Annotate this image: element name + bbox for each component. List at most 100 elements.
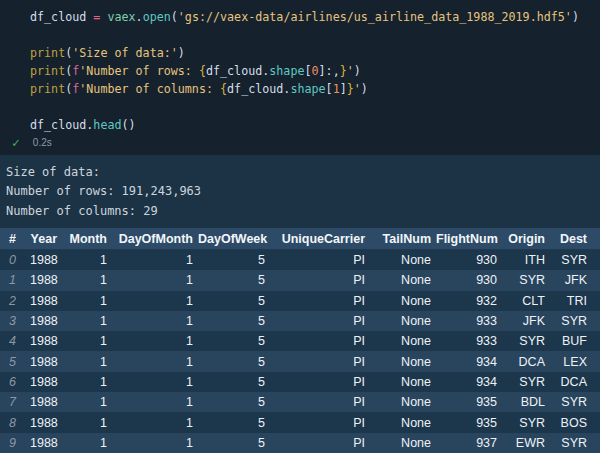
table-cell: PI bbox=[270, 334, 370, 348]
table-cell: None bbox=[370, 375, 436, 389]
table-cell: 5 bbox=[198, 436, 270, 450]
table-cell: ITH bbox=[502, 253, 550, 267]
table-cell: 933 bbox=[436, 334, 502, 348]
table-cell: 937 bbox=[436, 436, 502, 450]
code-line[interactable] bbox=[30, 26, 600, 44]
table-cell: None bbox=[370, 355, 436, 369]
table-cell: 934 bbox=[436, 355, 502, 369]
table-cell: 1988 bbox=[30, 436, 62, 450]
table-cell: 930 bbox=[436, 253, 502, 267]
table-cell: SYR bbox=[550, 395, 592, 409]
code-line[interactable]: print(f'Number of rows: {df_cloud.shape[… bbox=[30, 62, 600, 80]
table-cell: 1988 bbox=[30, 334, 62, 348]
table-cell: 1 bbox=[62, 436, 112, 450]
dataframe-table: #YearMonthDayOfMonthDayOfWeekUniqueCarri… bbox=[0, 228, 600, 453]
table-cell: None bbox=[370, 334, 436, 348]
table-cell: 5 bbox=[198, 355, 270, 369]
table-cell: 2 bbox=[0, 294, 30, 308]
table-header-row: #YearMonthDayOfMonthDayOfWeekUniqueCarri… bbox=[0, 228, 600, 250]
table-cell: None bbox=[370, 436, 436, 450]
table-cell: 1 bbox=[62, 294, 112, 308]
table-cell: 1 bbox=[112, 375, 198, 389]
table-cell: PI bbox=[270, 355, 370, 369]
table-cell: PI bbox=[270, 314, 370, 328]
table-cell: SYR bbox=[502, 416, 550, 430]
column-header: DayOfWeek bbox=[198, 232, 270, 246]
table-cell: 5 bbox=[198, 273, 270, 287]
table-cell: 1988 bbox=[30, 273, 62, 287]
table-cell: 1 bbox=[112, 416, 198, 430]
table-row: 41988115PINone933SYRBUF bbox=[0, 331, 600, 351]
table-cell: None bbox=[370, 253, 436, 267]
table-cell: 1 bbox=[62, 416, 112, 430]
table-cell: 1 bbox=[112, 334, 198, 348]
column-header: FlightNum bbox=[436, 232, 502, 246]
execution-time: 0.2s bbox=[33, 137, 52, 148]
table-cell: 934 bbox=[436, 375, 502, 389]
table-cell: JFK bbox=[550, 273, 592, 287]
column-header: UniqueCarrier bbox=[270, 232, 370, 246]
table-cell: 1988 bbox=[30, 375, 62, 389]
table-cell: PI bbox=[270, 253, 370, 267]
table-row: 91988115PINone937EWRSYR bbox=[0, 433, 600, 453]
table-cell: 1988 bbox=[30, 253, 62, 267]
table-cell: CLT bbox=[502, 294, 550, 308]
table-cell: 1 bbox=[112, 395, 198, 409]
table-cell: 0 bbox=[0, 253, 30, 267]
table-cell: 5 bbox=[198, 395, 270, 409]
table-cell: 1 bbox=[62, 375, 112, 389]
table-row: 71988115PINone935BDLSYR bbox=[0, 392, 600, 412]
code-line[interactable]: df_cloud.head() bbox=[30, 116, 600, 134]
table-cell: 6 bbox=[0, 375, 30, 389]
table-cell: 932 bbox=[436, 294, 502, 308]
table-cell: JFK bbox=[502, 314, 550, 328]
table-cell: 1 bbox=[62, 253, 112, 267]
table-cell: None bbox=[370, 416, 436, 430]
table-cell: BOS bbox=[550, 416, 592, 430]
table-cell: DCA bbox=[550, 375, 592, 389]
code-line[interactable]: print('Size of data:') bbox=[30, 44, 600, 62]
table-cell: 935 bbox=[436, 416, 502, 430]
table-row: 11988115PINone930SYRJFK bbox=[0, 270, 600, 290]
column-header: Year bbox=[30, 232, 62, 246]
table-cell: 5 bbox=[198, 314, 270, 328]
stdout-text: Size of data:Number of rows: 191,243,963… bbox=[0, 155, 600, 221]
cell-status-row: ✓ 0.2s bbox=[12, 135, 52, 150]
table-cell: 1 bbox=[62, 355, 112, 369]
table-cell: SYR bbox=[502, 273, 550, 287]
table-cell: 1 bbox=[0, 273, 30, 287]
table-cell: SYR bbox=[550, 314, 592, 328]
table-cell: DCA bbox=[502, 355, 550, 369]
table-cell: SYR bbox=[550, 253, 592, 267]
table-cell: SYR bbox=[502, 334, 550, 348]
table-row: 31988115PINone933JFKSYR bbox=[0, 311, 600, 331]
table-cell: None bbox=[370, 314, 436, 328]
stdout-line: Size of data: bbox=[6, 163, 600, 182]
column-header: TailNum bbox=[370, 232, 436, 246]
table-cell: PI bbox=[270, 395, 370, 409]
code-cell[interactable]: df_cloud = vaex.open('gs://vaex-data/air… bbox=[0, 0, 600, 155]
code-line[interactable]: print(f'Number of columns: {df_cloud.sha… bbox=[30, 80, 600, 98]
table-row: 61988115PINone934SYRDCA bbox=[0, 372, 600, 392]
table-cell: 1 bbox=[62, 314, 112, 328]
code-editor[interactable]: df_cloud = vaex.open('gs://vaex-data/air… bbox=[0, 0, 600, 134]
code-line[interactable] bbox=[30, 98, 600, 116]
table-cell: 1988 bbox=[30, 294, 62, 308]
table-cell: PI bbox=[270, 375, 370, 389]
column-header: Origin bbox=[502, 232, 550, 246]
success-check-icon: ✓ bbox=[12, 135, 20, 150]
table-cell: 5 bbox=[198, 334, 270, 348]
table-cell: 1 bbox=[112, 314, 198, 328]
table-cell: SYR bbox=[502, 375, 550, 389]
table-cell: 1 bbox=[112, 355, 198, 369]
code-line[interactable]: df_cloud = vaex.open('gs://vaex-data/air… bbox=[30, 8, 600, 26]
table-cell: 8 bbox=[0, 416, 30, 430]
table-cell: 5 bbox=[198, 253, 270, 267]
table-cell: 5 bbox=[0, 355, 30, 369]
table-cell: 935 bbox=[436, 395, 502, 409]
table-cell: 1 bbox=[112, 253, 198, 267]
table-cell: 1988 bbox=[30, 416, 62, 430]
table-cell: BUF bbox=[550, 334, 592, 348]
table-cell: 5 bbox=[198, 416, 270, 430]
table-cell: 1 bbox=[112, 273, 198, 287]
